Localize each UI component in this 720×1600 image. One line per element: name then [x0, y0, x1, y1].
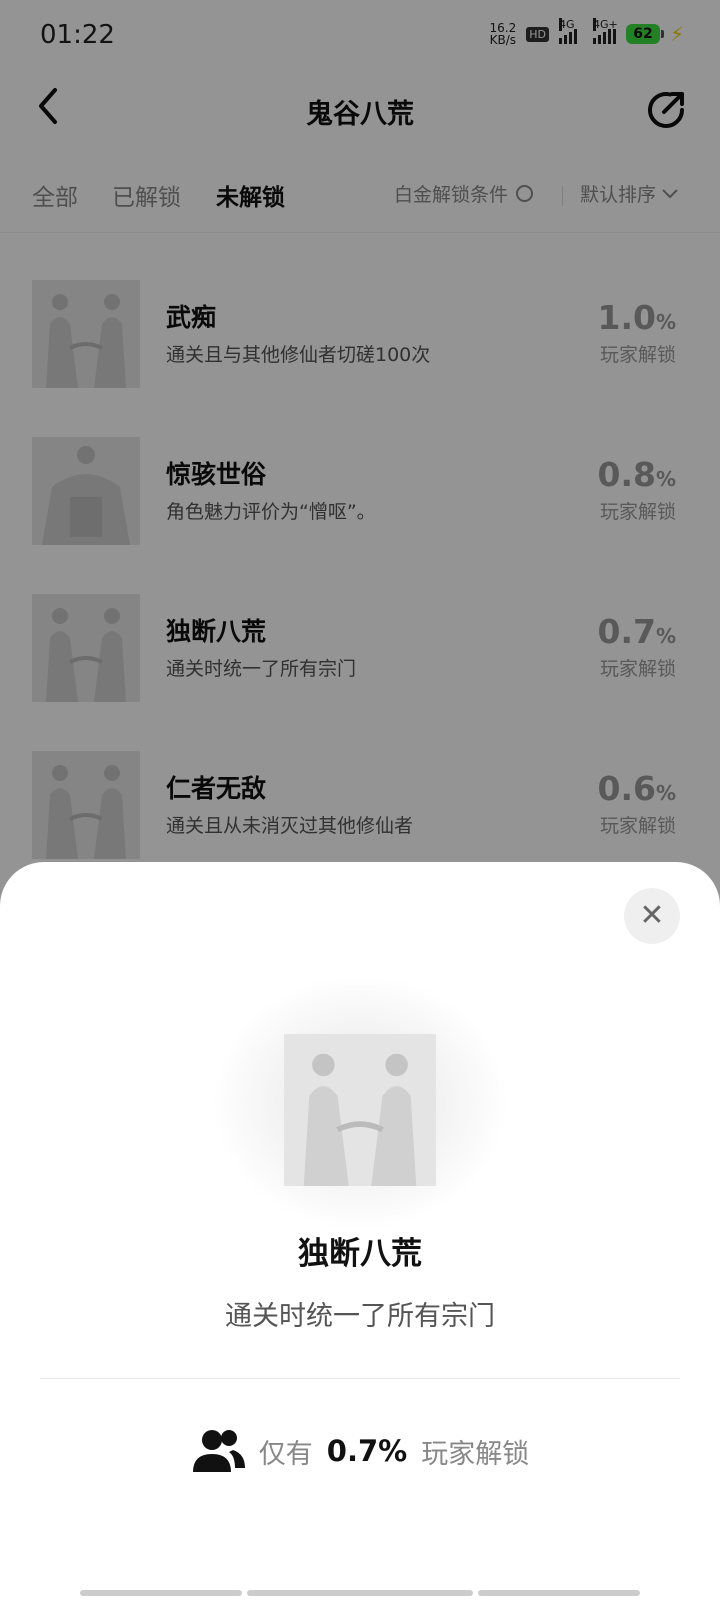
- people-icon: [192, 1430, 245, 1472]
- sheet-title: 独断八荒: [298, 1236, 422, 1272]
- achievement-large-icon: [284, 1034, 436, 1186]
- close-icon[interactable]: ✕: [624, 888, 680, 944]
- nav-indicator: [478, 1590, 640, 1596]
- sheet-description: 通关时统一了所有宗门: [225, 1301, 495, 1332]
- nav-indicator: [247, 1590, 473, 1596]
- divider: [40, 1378, 680, 1379]
- achievement-page: 01:22 16.2 KB/s HD 4G 4G+ 62 ⚡ 鬼谷八荒 全部 已…: [0, 0, 720, 1600]
- unlock-stat: 仅有 0.7% 玩家解锁: [0, 1428, 720, 1474]
- achievement-detail-sheet: ✕ 独断八荒 通关时统一了所有宗门 仅有 0.7% 玩家解锁: [0, 862, 720, 1600]
- nav-indicator: [80, 1590, 242, 1596]
